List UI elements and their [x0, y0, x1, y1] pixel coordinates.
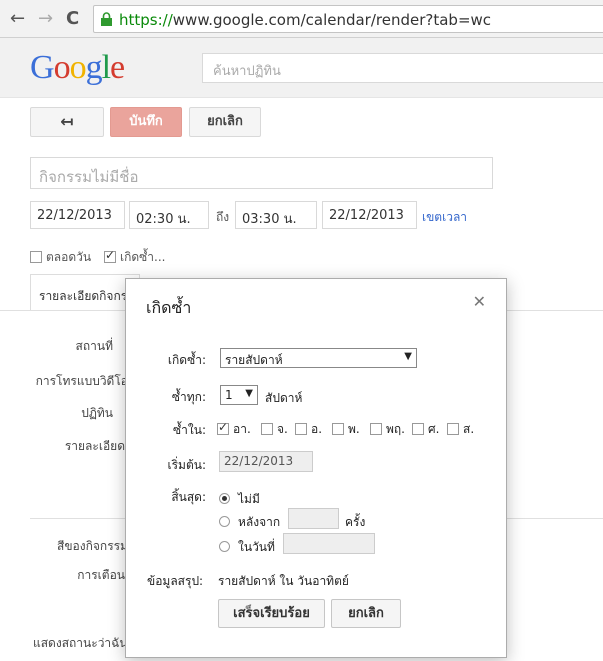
day-checkbox-sun[interactable]: อา. — [217, 420, 251, 439]
event-color-label: สีของกิจกรรม — [57, 539, 128, 553]
address-bar[interactable]: https://www.google.com/calendar/render?t… — [93, 5, 603, 33]
repeat-every-label: ซ้ำทุก: — [171, 390, 206, 404]
occurrences-input[interactable] — [288, 508, 339, 529]
ends-label: สิ้นสุด: — [171, 490, 206, 504]
forward-arrow-icon[interactable]: → — [38, 9, 53, 29]
tab-event-details[interactable]: รายละเอียดกิจกรรม — [30, 274, 140, 310]
checkbox-checked-icon[interactable] — [104, 248, 116, 263]
done-button[interactable]: เสร็จเรียบร้อย — [218, 599, 325, 628]
video-call-label: การโทรแบบวิดีโอ — [35, 374, 128, 388]
ends-after-radio[interactable]: หลังจาก — [219, 513, 280, 532]
summary-value: รายสัปดาห์ ใน วันอาทิตย์ — [218, 574, 349, 588]
day-checkbox-thu[interactable]: พฤ. — [370, 420, 405, 439]
back-arrow-icon[interactable]: ← — [10, 9, 25, 29]
dropdown-arrow-icon: ▼ — [404, 351, 412, 362]
reload-icon[interactable]: C — [66, 9, 79, 29]
end-date-input[interactable]: 22/12/2013 — [322, 201, 417, 229]
all-day-checkbox[interactable]: ตลอดวัน — [30, 248, 91, 267]
ends-on-radio[interactable]: ในวันที่ — [219, 538, 275, 557]
search-input[interactable]: ค้นหาปฏิทิน — [202, 53, 603, 83]
repeat-on-label: ซ้ำใน: — [173, 423, 206, 437]
to-label: ถึง — [216, 210, 230, 224]
dropdown-arrow-icon: ▼ — [245, 388, 253, 399]
starts-on-label: เริ่มต้น: — [167, 458, 207, 472]
repeats-label: เกิดซ้ำ: — [167, 353, 206, 367]
dialog-cancel-button[interactable]: ยกเลิก — [331, 599, 401, 628]
browser-toolbar: ← → C https://www.google.com/calendar/re… — [0, 0, 603, 38]
description-label: รายละเอียด — [64, 439, 125, 453]
day-checkbox-tue[interactable]: อ. — [295, 420, 322, 439]
repeat-checkbox[interactable]: เกิดซ้ำ... — [104, 248, 166, 267]
checkbox-icon[interactable] — [30, 251, 42, 263]
day-checkbox-sat[interactable]: ส. — [447, 420, 474, 439]
summary-label: ข้อมูลสรุป: — [147, 574, 204, 588]
day-checkbox-mon[interactable]: จ. — [261, 420, 288, 439]
app-header: Google ค้นหาปฏิทิน — [0, 38, 603, 98]
close-icon[interactable]: ✕ — [473, 292, 486, 311]
save-button[interactable]: บันทึก — [110, 107, 182, 137]
where-label: สถานที่ — [75, 339, 113, 353]
google-logo: Google — [30, 49, 125, 86]
url-text: https://www.google.com/calendar/render?t… — [119, 11, 492, 29]
repeats-select[interactable]: รายสัปดาห์ ▼ — [220, 348, 417, 368]
back-button[interactable]: ↤ — [30, 107, 104, 137]
cancel-button[interactable]: ยกเลิก — [189, 107, 261, 137]
event-title-input[interactable]: กิจกรรมไม่มีชื่อ — [30, 157, 493, 189]
ends-on-date-input[interactable] — [283, 533, 375, 554]
repeat-dialog: เกิดซ้ำ ✕ เกิดซ้ำ: รายสัปดาห์ ▼ ซ้ำทุก: 1… — [125, 278, 507, 658]
start-time-input[interactable]: 02:30 น. — [129, 201, 209, 229]
dialog-title: เกิดซ้ำ — [146, 298, 192, 317]
calendar-label: ปฏิทิน — [81, 406, 113, 420]
starts-on-input[interactable]: 22/12/2013 — [219, 451, 313, 472]
lock-icon — [101, 12, 112, 26]
timezone-link[interactable]: เขตเวลา — [422, 208, 467, 227]
ends-never-radio[interactable]: ไม่มี — [219, 490, 260, 509]
notifications-label: การเตือน — [77, 568, 125, 582]
show-me-as-label: แสดงสถานะว่าฉัน — [33, 636, 128, 650]
day-checkbox-wed[interactable]: พ. — [332, 420, 360, 439]
repeat-every-select[interactable]: 1 ▼ — [220, 385, 258, 405]
end-time-input[interactable]: 03:30 น. — [235, 201, 317, 229]
occurrences-unit: ครั้ง — [345, 515, 366, 529]
repeat-every-unit: สัปดาห์ — [265, 391, 303, 405]
start-date-input[interactable]: 22/12/2013 — [30, 201, 125, 229]
day-checkbox-fri[interactable]: ศ. — [412, 420, 439, 439]
